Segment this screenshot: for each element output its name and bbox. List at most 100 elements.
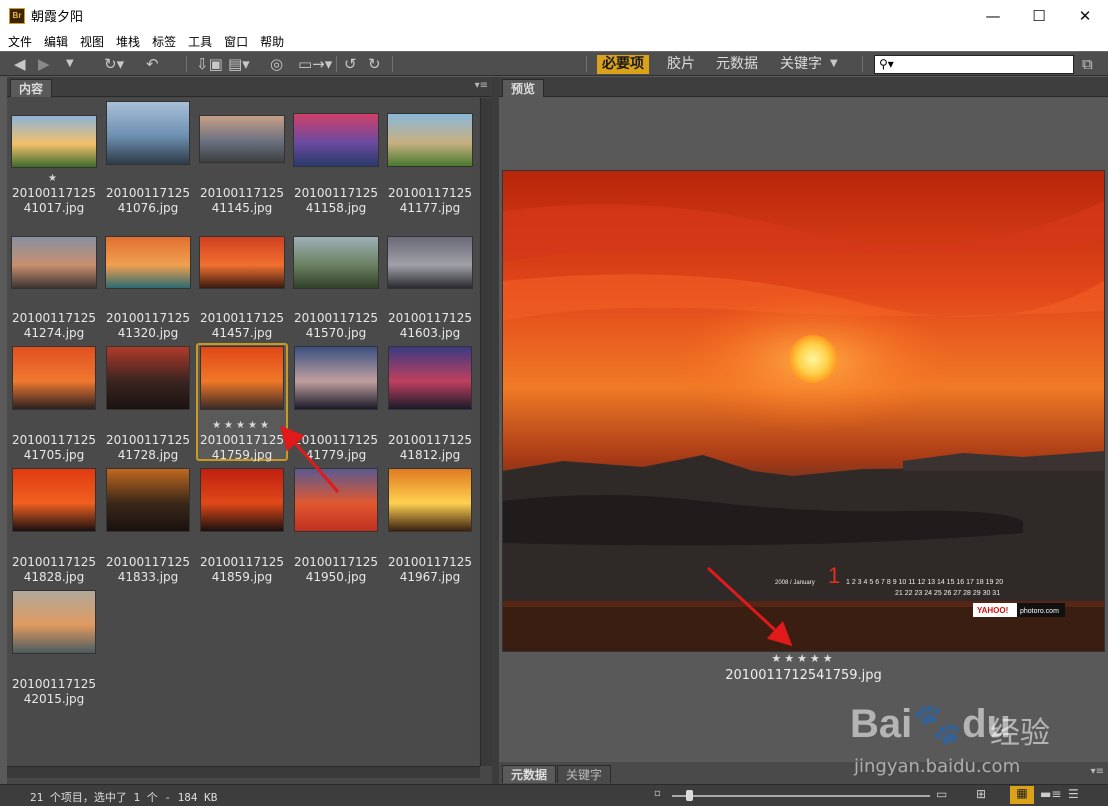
thumbnail-image[interactable] — [387, 236, 473, 289]
menu-stack[interactable]: 堆栈 — [116, 33, 140, 50]
thumbnail-cell[interactable]: 20100117125 41158.jpg — [290, 99, 382, 217]
thumbnail-cell[interactable]: 20100117125 41320.jpg — [102, 221, 194, 340]
thumbnail-image[interactable] — [11, 115, 97, 168]
workspace-keywords[interactable]: 关键字 — [775, 55, 827, 74]
thumbnail-cell[interactable]: 20100117125 41728.jpg — [102, 343, 194, 462]
back-arrow-icon[interactable]: ◀ — [14, 55, 26, 73]
thumbnail-image[interactable] — [12, 346, 96, 410]
thumbnail-image[interactable] — [294, 346, 378, 410]
slider-handle[interactable] — [686, 790, 693, 801]
thumbnail-image[interactable] — [199, 115, 285, 163]
thumbnail-image[interactable] — [106, 101, 190, 165]
thumbnail-large-icon[interactable]: ▭ — [936, 787, 947, 801]
thumbnail-cell[interactable]: 20100117125 41828.jpg — [8, 465, 100, 584]
rating-stars[interactable]: ★★★★★ — [198, 420, 286, 431]
thumbnail-size-slider[interactable] — [672, 795, 930, 797]
thumbnail-cell[interactable]: 20100117125 41145.jpg — [196, 99, 288, 217]
view-thumbnails-icon[interactable]: ▦ — [1010, 786, 1034, 804]
reveal-icon[interactable]: ↶ — [146, 55, 159, 73]
rotate-right-icon[interactable]: ↻ — [368, 55, 381, 73]
thumbnail-cell[interactable]: 20100117125 42015.jpg — [8, 587, 100, 706]
thumbnail-image[interactable] — [388, 468, 472, 532]
thumbnail-image[interactable] — [11, 236, 97, 289]
menu-file[interactable]: 文件 — [8, 33, 32, 50]
thumbnail-image[interactable] — [105, 236, 191, 289]
menu-tools[interactable]: 工具 — [188, 33, 212, 50]
tab-keywords[interactable]: 关键字 — [557, 765, 612, 783]
thumbnail-image[interactable] — [200, 346, 284, 410]
thumbnail-image[interactable] — [293, 113, 379, 167]
thumbnail-cell[interactable]: 20100117125 41833.jpg — [102, 465, 194, 584]
forward-arrow-icon[interactable]: ▶ — [38, 55, 50, 73]
thumbnail-filename-2: 41967.jpg — [399, 570, 461, 584]
thumbnail-filename-2: 41457.jpg — [211, 326, 273, 340]
open-in-camera-raw-icon[interactable]: ◎ — [270, 55, 283, 73]
thumbnail-image[interactable] — [12, 590, 96, 654]
history-dropdown-icon[interactable]: ▼ — [66, 55, 74, 73]
horizontal-scrollbar[interactable] — [7, 766, 480, 778]
boomerang-icon[interactable]: ↻▾ — [104, 55, 124, 73]
thumbnail-filename-2: 41728.jpg — [117, 448, 179, 462]
preview-rating-stars[interactable]: ★★★★★ — [499, 652, 1108, 665]
thumbnail-image[interactable] — [387, 113, 473, 167]
thumbnail-cell[interactable]: 20100117125 41603.jpg — [384, 221, 476, 340]
refine-icon[interactable]: ▤▾ — [228, 55, 250, 73]
compact-mode-icon[interactable]: ⧉ — [1082, 55, 1093, 73]
thumbnail-image[interactable] — [200, 468, 284, 532]
workspace-essentials[interactable]: 必要项 — [597, 55, 649, 74]
thumbnail-image[interactable] — [294, 468, 378, 532]
thumbnail-cell[interactable]: 20100117125 41076.jpg — [102, 99, 194, 217]
thumbnail-filename: 20100117125 — [106, 311, 190, 325]
panel-menu-icon[interactable]: ▾≡ — [475, 80, 488, 91]
search-input[interactable]: ⚲▾ — [874, 55, 1074, 74]
thumbnail-filename-2: 41859.jpg — [211, 570, 273, 584]
thumbnail-small-icon[interactable]: ▫ — [654, 788, 661, 799]
panel-divider[interactable] — [492, 77, 499, 784]
thumbnail-image[interactable] — [388, 346, 472, 410]
grid-lock-icon[interactable]: ⊞ — [976, 787, 986, 801]
menu-help[interactable]: 帮助 — [260, 33, 284, 50]
tab-preview[interactable]: 预览 — [502, 79, 545, 97]
workspace-metadata[interactable]: 元数据 — [711, 55, 763, 74]
preview-image[interactable]: 1 2008 / January 1 2 3 4 5 6 7 8 9 10 11… — [502, 170, 1105, 652]
view-details-icon[interactable]: ▬≡ — [1040, 787, 1061, 801]
search-icon: ⚲▾ — [879, 57, 894, 71]
thumbnail-cell[interactable]: 20100117125 41274.jpg — [8, 221, 100, 340]
thumbnail-image[interactable] — [106, 346, 190, 410]
thumbnail-image[interactable] — [106, 468, 190, 532]
view-list-icon[interactable]: ☰ — [1068, 787, 1079, 801]
thumbnail-filename-2: 41828.jpg — [23, 570, 85, 584]
thumbnail-cell[interactable]: ★ 20100117125 41017.jpg — [8, 99, 100, 217]
tab-metadata[interactable]: 元数据 — [502, 765, 557, 783]
thumbnail-image[interactable] — [293, 236, 379, 289]
thumbnail-filename-2: 41274.jpg — [23, 326, 85, 340]
thumbnail-cell[interactable]: 20100117125 41570.jpg — [290, 221, 382, 340]
thumbnail-cell[interactable]: 20100117125 41457.jpg — [196, 221, 288, 340]
thumbnail-filename-2: 41177.jpg — [399, 201, 461, 215]
vertical-scrollbar[interactable] — [480, 98, 492, 766]
camera-icon[interactable]: ⇩▣ — [196, 55, 223, 73]
menu-view[interactable]: 视图 — [80, 33, 104, 50]
thumbnail-cell[interactable]: 20100117125 41967.jpg — [384, 465, 476, 584]
thumbnail-image[interactable] — [12, 468, 96, 532]
thumbnail-cell[interactable]: 20100117125 41177.jpg — [384, 99, 476, 217]
thumbnail-image[interactable] — [199, 236, 285, 289]
tab-content[interactable]: 内容 — [10, 79, 53, 97]
workspace-filmstrip[interactable]: 胶片 — [662, 55, 700, 74]
thumbnail-cell[interactable]: ★★★★★ 20100117125 41759.jpg — [196, 343, 288, 462]
rating-stars[interactable]: ★ — [10, 173, 98, 184]
workspace-dropdown-icon[interactable]: ▼ — [830, 55, 838, 73]
thumbnail-cell[interactable]: 20100117125 41705.jpg — [8, 343, 100, 462]
maximize-button[interactable]: ☐ — [1016, 0, 1062, 31]
output-icon[interactable]: ▭→▾ — [298, 55, 332, 73]
menu-window[interactable]: 窗口 — [224, 33, 248, 50]
thumbnail-cell[interactable]: 20100117125 41859.jpg — [196, 465, 288, 584]
thumbnail-cell[interactable]: 20100117125 41950.jpg — [290, 465, 382, 584]
thumbnail-cell[interactable]: 20100117125 41779.jpg — [290, 343, 382, 462]
thumbnail-cell[interactable]: 20100117125 41812.jpg — [384, 343, 476, 462]
menu-edit[interactable]: 编辑 — [44, 33, 68, 50]
rotate-left-icon[interactable]: ↺ — [344, 55, 357, 73]
minimize-button[interactable]: — — [970, 0, 1016, 31]
close-button[interactable]: ✕ — [1062, 0, 1108, 31]
menu-label[interactable]: 标签 — [152, 33, 176, 50]
